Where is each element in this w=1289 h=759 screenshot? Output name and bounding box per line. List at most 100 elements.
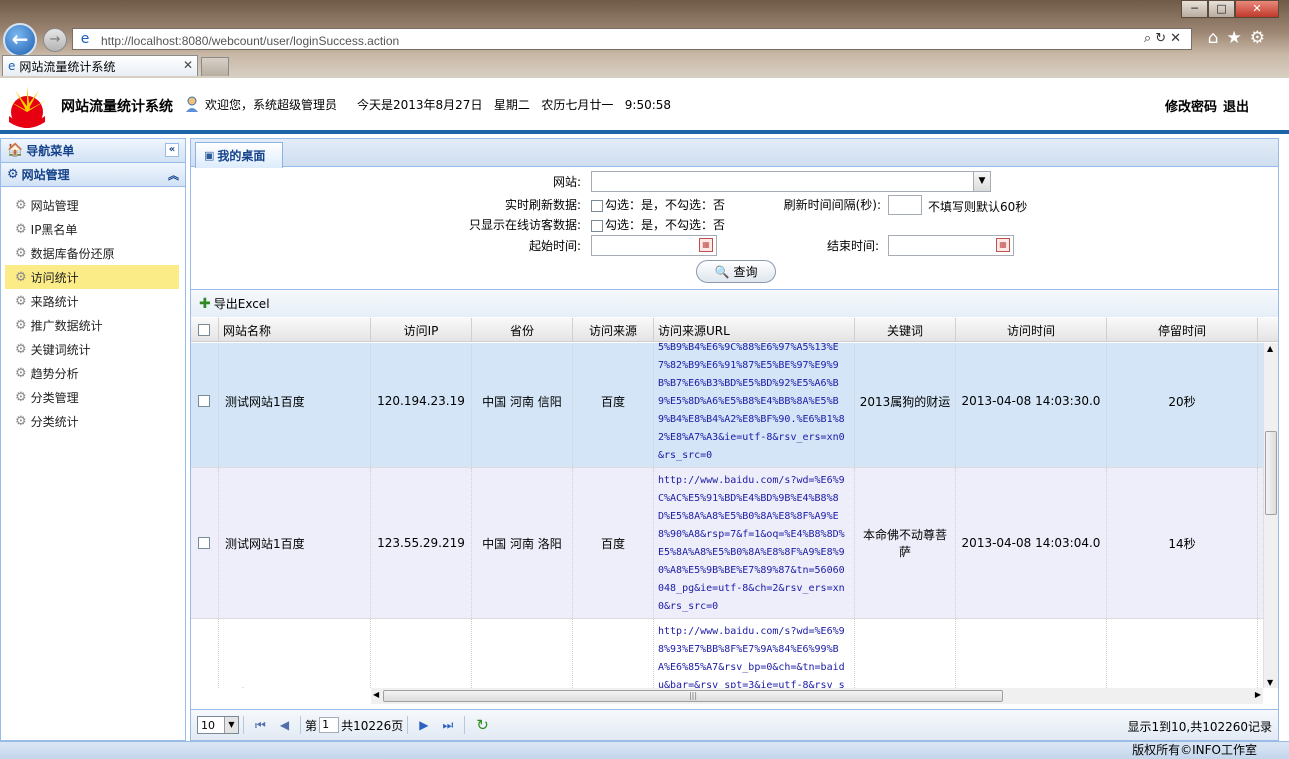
col-province[interactable]: 省份 — [472, 318, 573, 342]
export-excel-button[interactable]: 导出Excel — [214, 295, 270, 312]
header-links: 修改密码 退出 — [1165, 96, 1249, 115]
cell-url[interactable]: 5%B9%B4%E6%9C%88%E6%97%A5%13%E7%82%B9%E6… — [654, 343, 855, 467]
chevron-down-icon[interactable]: ▼ — [973, 172, 990, 191]
col-ip[interactable]: 访问IP — [371, 318, 472, 342]
online-checkbox[interactable] — [591, 219, 603, 232]
collapse-left-icon[interactable]: « — [165, 143, 179, 157]
new-tab-button[interactable] — [201, 57, 229, 76]
table-row[interactable]: 测试网站1百度 120.194.23.19 中国 河南 信阳 百度 5%B9%B… — [191, 343, 1263, 468]
tab-close-icon[interactable]: ✕ — [183, 58, 193, 72]
col-visit-time[interactable]: 访问时间 — [956, 318, 1107, 342]
calendar-icon[interactable]: ▦ — [699, 238, 713, 252]
next-page-icon[interactable]: ▶ — [419, 718, 428, 732]
cell-url[interactable]: http://www.baidu.com/s?wd=%E6%9C%AC%E5%9… — [654, 468, 855, 618]
site-select[interactable]: ▼ — [591, 171, 991, 192]
first-page-icon[interactable]: ⏮ — [255, 718, 266, 733]
divider — [464, 716, 466, 734]
sidebar-item-keyword-stats[interactable]: ⚙ 关键词统计 — [5, 337, 179, 361]
forward-button[interactable]: → — [43, 28, 67, 52]
vertical-scrollbar[interactable]: ▲ ▼ — [1263, 343, 1278, 688]
sidebar-item-label: 网站管理 — [30, 198, 79, 213]
cell-ip: 123.55.29.219 — [371, 468, 472, 618]
gear-icon: ⚙ — [15, 341, 27, 357]
table-row[interactable]: 风水1 http://www.baidu.com/s?wd=%E6%98%93%… — [191, 619, 1263, 688]
calendar-icon[interactable]: ▦ — [996, 238, 1010, 252]
browser-toolbar-icons: ⌂★⚙ — [1208, 28, 1273, 48]
search-icon[interactable]: ⌕ — [1144, 31, 1155, 46]
query-button[interactable]: 🔍 查询 — [696, 260, 776, 283]
maximize-button[interactable]: □ — [1208, 0, 1235, 18]
cell-ip — [371, 619, 472, 688]
tab-favicon-icon: e — [8, 59, 16, 73]
collapse-up-icon[interactable]: ︽ — [168, 167, 179, 183]
refresh-icon[interactable]: ↻ — [476, 716, 489, 734]
settings-gear-icon[interactable]: ⚙ — [1250, 28, 1273, 48]
query-label: 查询 — [733, 265, 758, 279]
sidebar-item-db-backup[interactable]: ⚙ 数据库备份还原 — [5, 241, 179, 265]
sidebar-item-label: 访问统计 — [30, 270, 79, 285]
interval-input[interactable] — [888, 195, 922, 215]
sidebar-item-label: 推广数据统计 — [30, 318, 103, 333]
scroll-right-icon[interactable]: ▶ — [1255, 690, 1261, 699]
home-icon[interactable]: ⌂ — [1208, 28, 1227, 48]
scroll-up-icon[interactable]: ▲ — [1267, 344, 1273, 353]
sidebar-item-label: 分类管理 — [30, 390, 79, 405]
address-bar[interactable]: e http://localhost:8080/webcount/user/lo… — [72, 28, 1192, 50]
col-stay-time[interactable]: 停留时间 — [1107, 318, 1258, 342]
sidebar-item-site-manage[interactable]: ⚙ 网站管理 — [5, 193, 179, 217]
url-text[interactable]: http://localhost:8080/webcount/user/logi… — [97, 28, 403, 50]
sidebar-item-category-stats[interactable]: ⚙ 分类统计 — [5, 409, 179, 433]
close-window-button[interactable]: ✕ — [1235, 0, 1279, 18]
back-button[interactable]: ← — [3, 23, 37, 57]
last-page-icon[interactable]: ⏭ — [442, 718, 453, 733]
end-time-label: 结束时间: — [826, 239, 879, 253]
scroll-down-icon[interactable]: ▼ — [1267, 678, 1273, 687]
row-checkbox[interactable] — [197, 687, 210, 688]
sidebar-item-ip-blacklist[interactable]: ⚙ IP黑名单 — [5, 217, 179, 241]
gear-icon: ⚙ — [15, 317, 27, 333]
scroll-left-icon[interactable]: ◀ — [373, 690, 379, 699]
sidebar-item-trend-analysis[interactable]: ⚙ 趋势分析 — [5, 361, 179, 385]
horizontal-scroll-thumb[interactable]: ||| — [383, 690, 1003, 702]
sidebar-item-referrer-stats[interactable]: ⚙ 来路统计 — [5, 289, 179, 313]
col-keyword[interactable]: 关键词 — [855, 318, 956, 342]
cell-url[interactable]: http://www.baidu.com/s?wd=%E6%98%93%E7%B… — [654, 619, 855, 688]
minimize-button[interactable]: ─ — [1181, 0, 1208, 18]
gear-icon: ⚙ — [15, 197, 27, 213]
chevron-down-icon[interactable]: ▼ — [224, 717, 238, 733]
select-all-checkbox[interactable] — [197, 324, 210, 336]
monitor-icon: ▣ — [204, 149, 215, 162]
page-size-select[interactable]: 10 ▼ — [197, 716, 239, 734]
grid-body: 测试网站1百度 120.194.23.19 中国 河南 信阳 百度 5%B9%B… — [191, 343, 1263, 688]
vertical-scroll-thumb[interactable] — [1265, 431, 1277, 515]
sidebar-item-promo-stats[interactable]: ⚙ 推广数据统计 — [5, 313, 179, 337]
section-header[interactable]: ⚙ 网站管理 ︽ — [1, 163, 185, 187]
stop-icon[interactable]: ✕ — [1170, 31, 1185, 46]
col-site-name[interactable]: 网站名称 — [219, 318, 371, 342]
table-row[interactable]: 测试网站1百度 123.55.29.219 中国 河南 洛阳 百度 http:/… — [191, 468, 1263, 619]
favorites-star-icon[interactable]: ★ — [1227, 28, 1250, 48]
prev-page-icon[interactable]: ◀ — [280, 718, 289, 732]
start-time-input[interactable]: ▦ — [591, 235, 717, 256]
row-checkbox[interactable] — [197, 537, 210, 549]
gear-icon: ⚙ — [15, 389, 27, 405]
page-number-input[interactable]: 1 — [319, 717, 340, 733]
sidebar-item-category-manage[interactable]: ⚙ 分类管理 — [5, 385, 179, 409]
logout-link[interactable]: 退出 — [1223, 96, 1249, 115]
browser-tab[interactable]: e 网站流量统计系统 ✕ — [2, 55, 198, 76]
end-time-input[interactable]: ▦ — [888, 235, 1014, 256]
tab-my-desktop[interactable]: ▣ 我的桌面 — [195, 142, 283, 168]
horizontal-scrollbar[interactable]: ◀ ||| ▶ — [371, 688, 1263, 704]
cell-time: 2013-04-08 14:03:30.0 — [956, 343, 1107, 467]
pager-info: 显示1到10,共102260记录 — [1127, 720, 1272, 734]
realtime-checkbox[interactable] — [591, 199, 603, 212]
col-source-url[interactable]: 访问来源URL — [654, 318, 855, 342]
refresh-icon[interactable]: ↻ — [1155, 31, 1170, 46]
sidebar-item-visit-stats[interactable]: ⚙ 访问统计 — [5, 265, 179, 289]
row-checkbox[interactable] — [197, 395, 210, 407]
arrow-left-icon: ← — [11, 27, 29, 51]
ie-favicon-icon: e — [80, 31, 90, 47]
change-password-link[interactable]: 修改密码 — [1165, 96, 1217, 115]
row-checkbox-cell — [191, 468, 219, 618]
col-source[interactable]: 访问来源 — [573, 318, 654, 342]
